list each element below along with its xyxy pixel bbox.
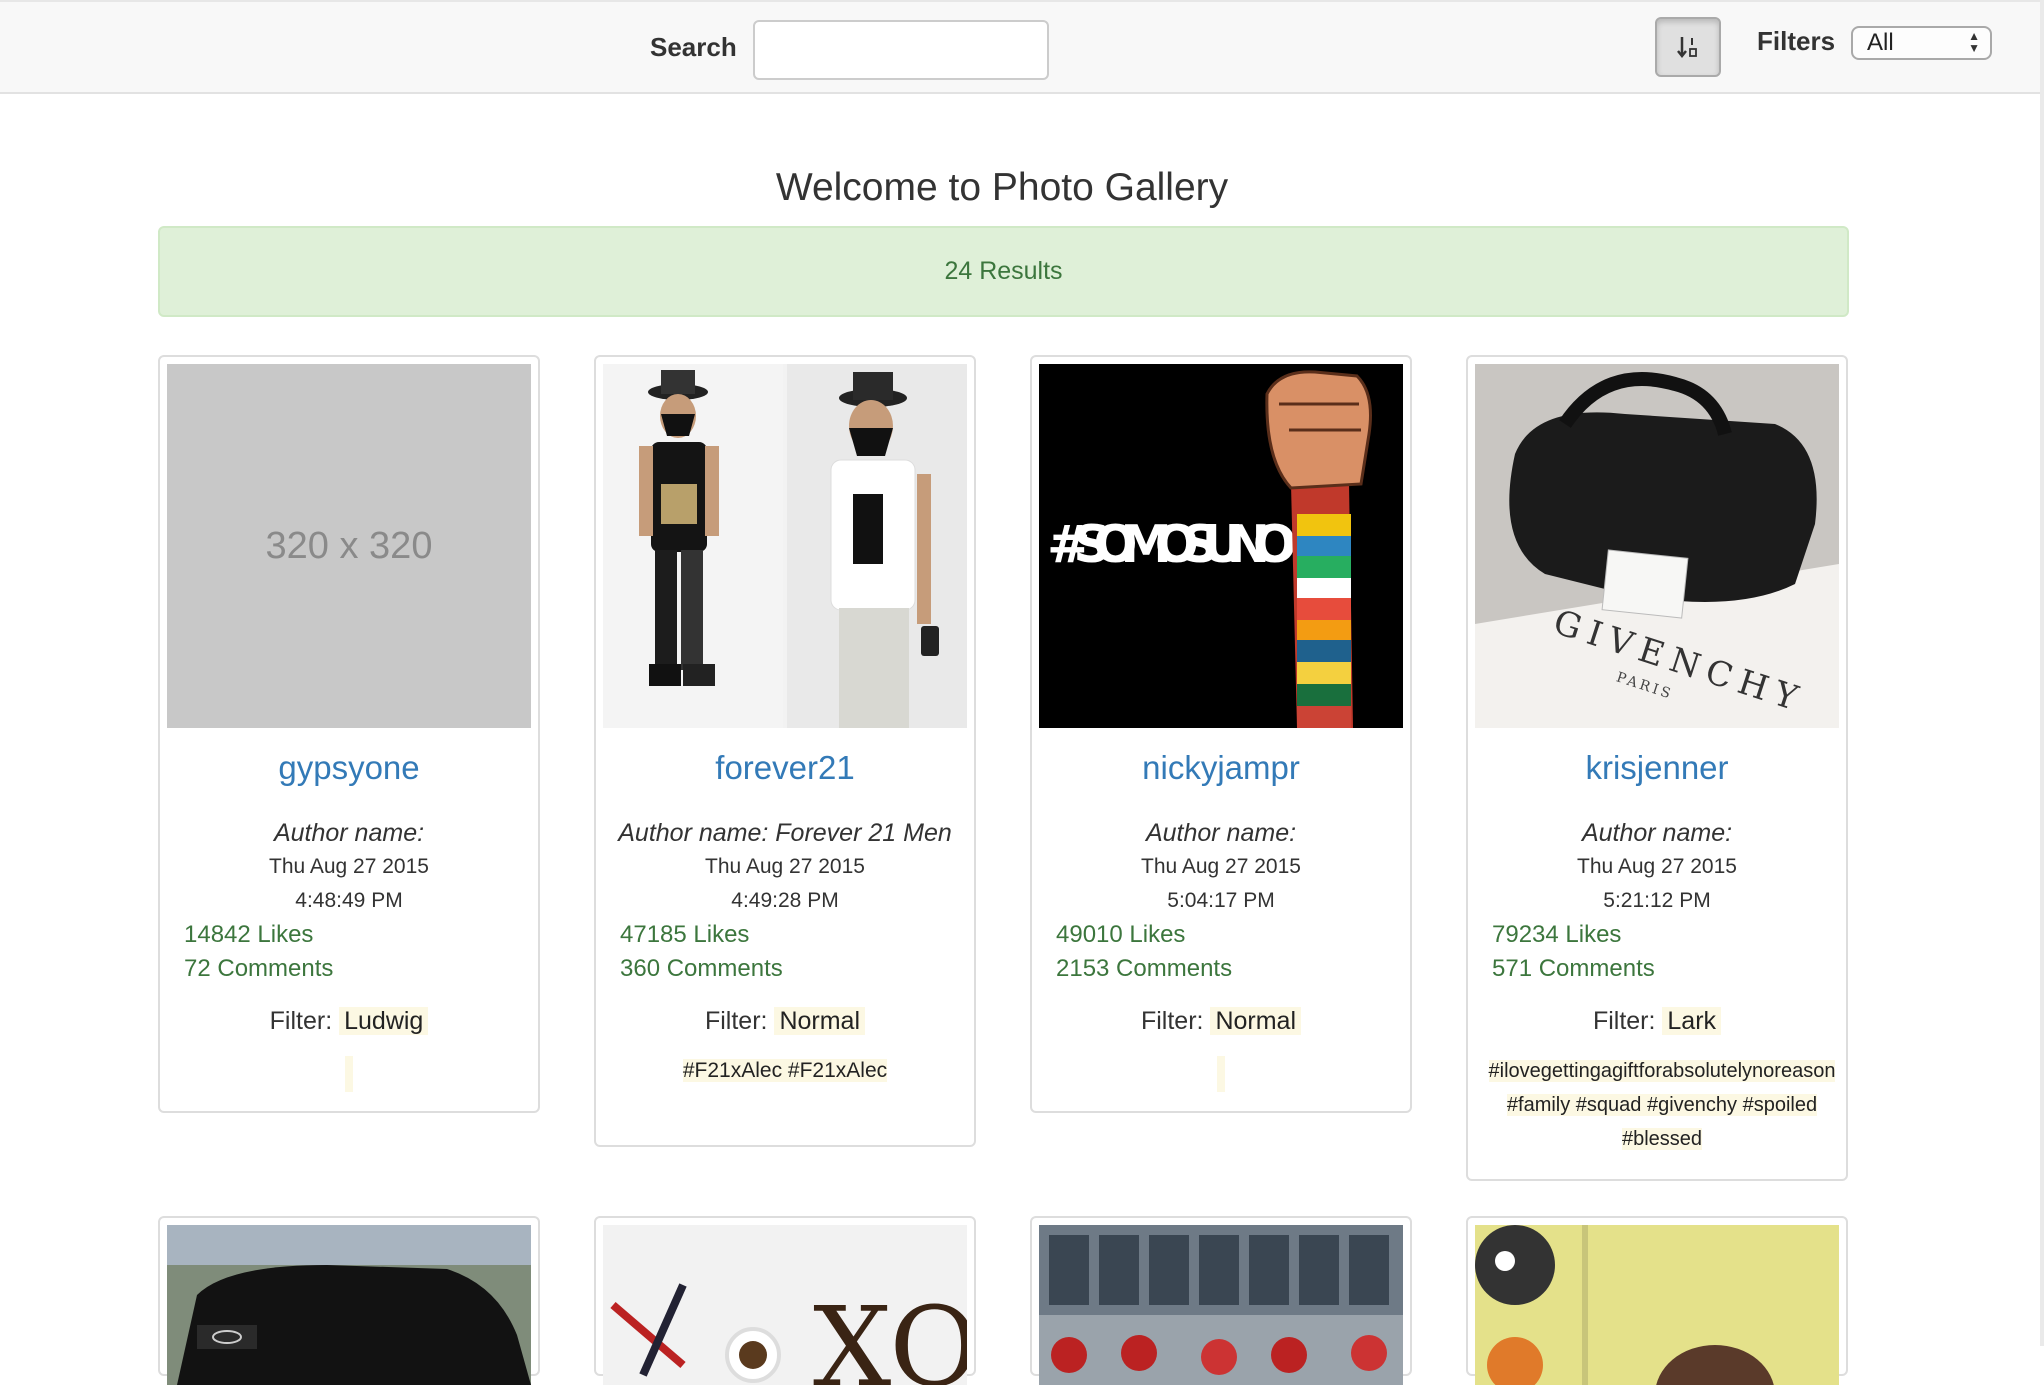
hashtags[interactable]: #F21xAlec #F21xAlec — [682, 1059, 888, 1082]
results-alert: 24 Results — [158, 226, 1849, 317]
filter-line: Filter: Lark — [1478, 1004, 1836, 1038]
photo-image[interactable]: #SOMOSUNO — [1039, 364, 1403, 728]
filter-line: Filter: Ludwig — [170, 1004, 528, 1038]
photo-card: GIVENCHY PARIS krisjenner Author name: T… — [1466, 355, 1848, 1181]
photo-image[interactable] — [1039, 1225, 1403, 1385]
sort-button[interactable] — [1655, 17, 1721, 77]
photo-card: #SOMOSUNO nickyjampr Author name: Thu Au… — [1030, 355, 1412, 1113]
author-name: Author name: — [1581, 819, 1733, 847]
search-label: Search — [650, 32, 737, 62]
photo-card — [158, 1216, 540, 1385]
filter-line: Filter: Normal — [606, 1004, 964, 1038]
post-time: 5:21:12 PM — [1603, 889, 1711, 912]
username-link[interactable]: nickyjampr — [1032, 749, 1410, 787]
filter-value: Lark — [1662, 1007, 1722, 1035]
author-name: Author name: — [1145, 819, 1297, 847]
post-date: Thu Aug 27 2015 — [705, 855, 865, 878]
sort-icon — [1677, 37, 1697, 59]
filters-select[interactable]: All ▲ ▼ — [1851, 26, 1992, 60]
placeholder-text: 320 x 320 — [265, 524, 433, 567]
photo-card: forever21 Author name: Forever 21 Men Th… — [594, 355, 976, 1147]
photo-card: XO — [594, 1216, 976, 1385]
filter-label: Filter: — [1140, 1007, 1204, 1035]
filter-line: Filter: Normal — [1042, 1004, 1400, 1038]
hashtags-line-3[interactable]: #blessed — [1621, 1128, 1703, 1150]
comments-count: 571 Comments — [1492, 955, 1655, 982]
post-time: 4:49:28 PM — [731, 889, 839, 912]
filters-selected-value: All — [1867, 29, 1894, 56]
image-caption: #SOMOSUNO — [1047, 515, 1297, 575]
select-arrows-icon: ▲ ▼ — [1968, 29, 1980, 55]
author-name: Author name: Forever 21 Men — [618, 819, 952, 847]
filter-label: Filter: — [1592, 1007, 1656, 1035]
photo-card: 320 x 320 gypsyone Author name: Thu Aug … — [158, 355, 540, 1113]
comments-count: 2153 Comments — [1056, 955, 1233, 982]
photo-card — [1466, 1216, 1848, 1385]
tags-empty — [1217, 1056, 1225, 1092]
post-time: 4:48:49 PM — [295, 889, 403, 912]
post-time: 5:04:17 PM — [1167, 889, 1275, 912]
filter-value: Ludwig — [339, 1007, 429, 1035]
photo-image[interactable]: GIVENCHY PARIS — [1475, 364, 1839, 728]
scrollbar[interactable] — [2040, 0, 2044, 1346]
page-title: Welcome to Photo Gallery — [775, 166, 1229, 209]
photo-image[interactable] — [167, 1225, 531, 1385]
username-link[interactable]: gypsyone — [160, 749, 538, 787]
likes-count: 79234 Likes — [1492, 921, 1622, 948]
username-link[interactable]: forever21 — [596, 749, 974, 787]
filters-label: Filters — [1757, 26, 1836, 56]
photo-placeholder[interactable]: 320 x 320 — [167, 364, 531, 728]
comments-count: 360 Comments — [620, 955, 783, 982]
photo-image[interactable]: XO — [603, 1225, 967, 1385]
svg-text:XO: XO — [813, 1283, 967, 1385]
post-date: Thu Aug 27 2015 — [1577, 855, 1737, 878]
likes-count: 47185 Likes — [620, 921, 750, 948]
filter-value: Normal — [774, 1007, 866, 1035]
author-name: Author name: — [273, 819, 425, 847]
likes-count: 49010 Likes — [1056, 921, 1186, 948]
filter-value: Normal — [1210, 1007, 1302, 1035]
username-link[interactable]: krisjenner — [1468, 749, 1846, 787]
filter-label: Filter: — [269, 1007, 333, 1035]
post-date: Thu Aug 27 2015 — [1141, 855, 1301, 878]
post-date: Thu Aug 27 2015 — [269, 855, 429, 878]
search-input[interactable] — [753, 20, 1049, 80]
photo-card — [1030, 1216, 1412, 1385]
top-navbar: Search Filters All ▲ ▼ — [0, 0, 2040, 94]
comments-count: 72 Comments — [184, 955, 334, 982]
photo-image[interactable] — [1475, 1225, 1839, 1385]
likes-count: 14842 Likes — [184, 921, 314, 948]
tags-empty — [345, 1056, 353, 1092]
hashtags-line-1[interactable]: #ilovegettingagiftforabsolutelynoreason — [1488, 1060, 1836, 1082]
filter-label: Filter: — [704, 1007, 768, 1035]
hashtags-line-2[interactable]: #family #squad #givenchy #spoiled — [1506, 1094, 1818, 1116]
photo-image[interactable] — [603, 364, 967, 728]
